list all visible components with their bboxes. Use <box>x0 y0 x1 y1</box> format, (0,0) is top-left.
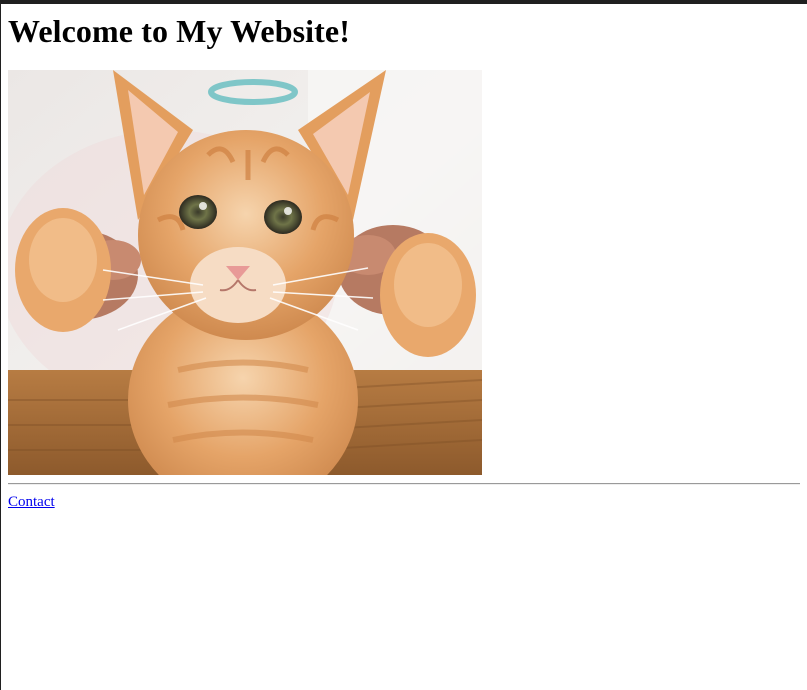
contact-link[interactable]: Contact <box>8 493 55 511</box>
page-content: Welcome to My Website! Contact <box>8 4 800 511</box>
kitten-photo <box>8 70 482 475</box>
horizontal-divider <box>8 483 800 485</box>
page-title: Welcome to My Website! <box>8 13 350 49</box>
browser-viewport: Welcome to My Website! Contact <box>0 0 807 690</box>
